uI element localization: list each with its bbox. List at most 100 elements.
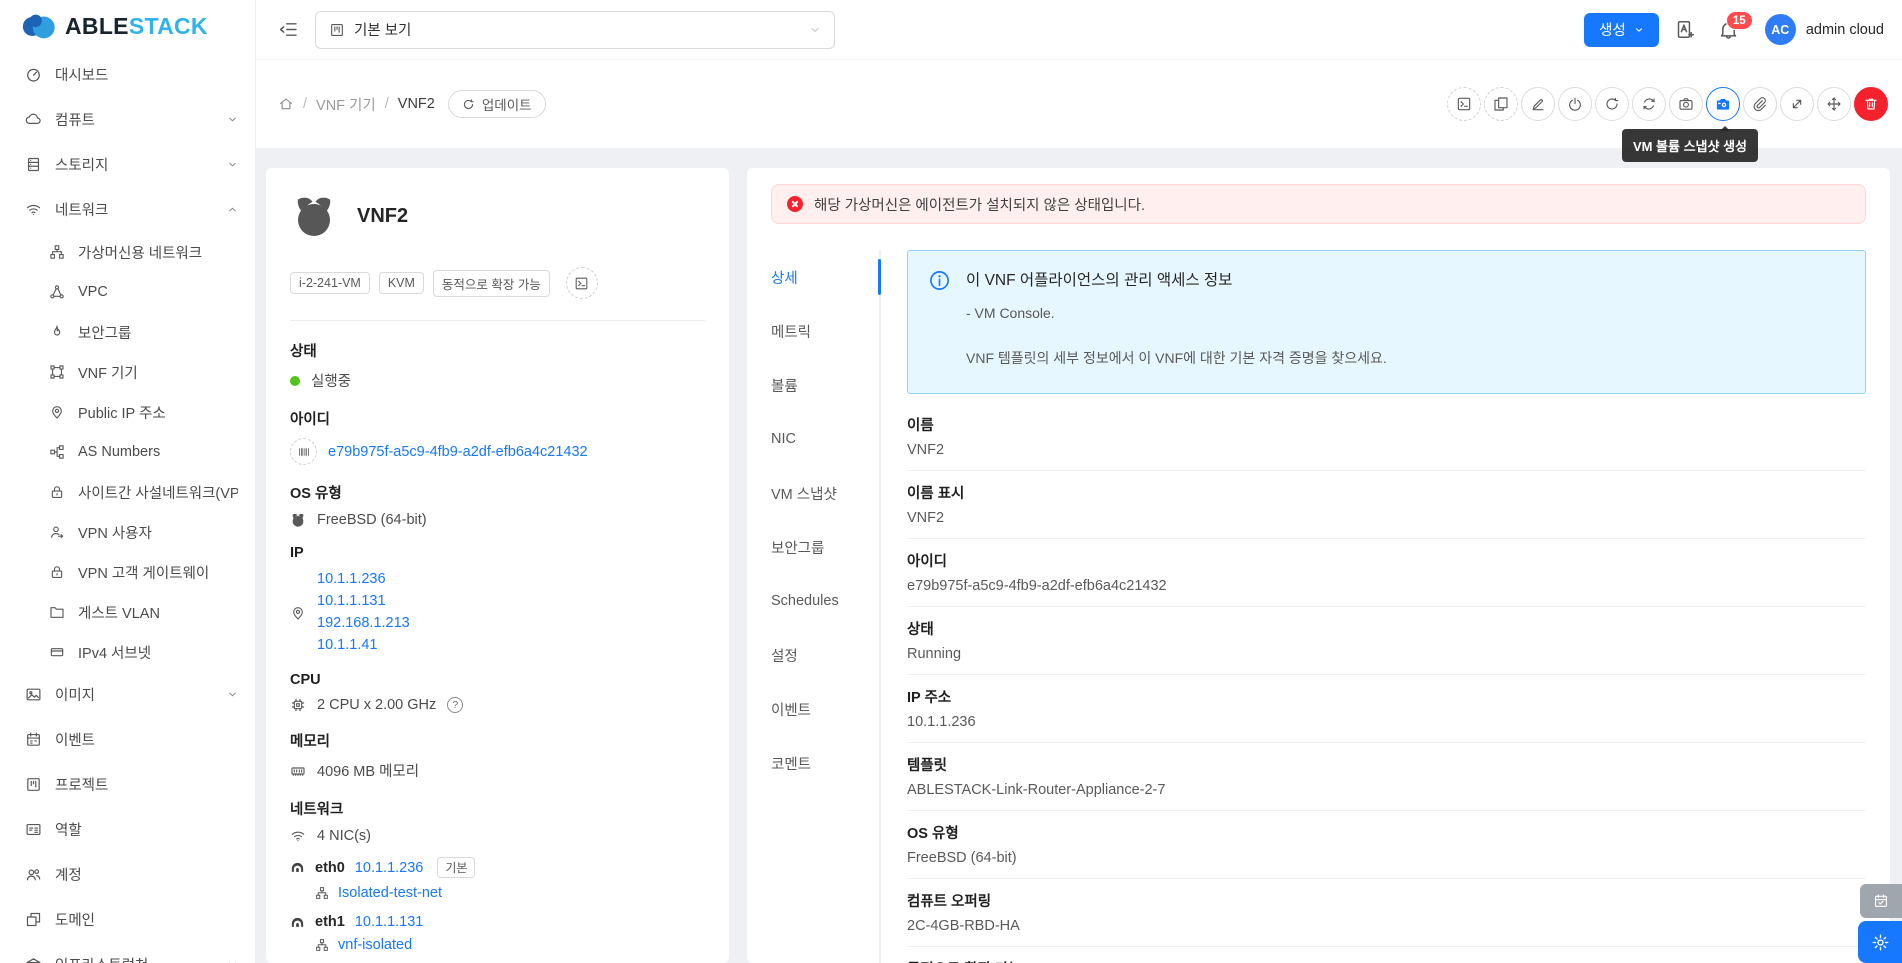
attach-iso-icon <box>1752 96 1768 112</box>
status-dot <box>290 376 300 386</box>
vpn-user-icon <box>49 524 65 540</box>
notifications-button[interactable]: 15 <box>1718 19 1739 40</box>
sync-button[interactable] <box>1632 87 1666 121</box>
event-timeline-fab[interactable] <box>1860 884 1902 918</box>
edit-button[interactable] <box>1521 87 1555 121</box>
nic-ip-link[interactable]: 10.1.1.131 <box>355 914 424 930</box>
tab-vm-스냅샷[interactable]: VM 스냅샷 <box>771 466 879 520</box>
vm-volume-snapshot-button[interactable] <box>1706 87 1740 121</box>
tab-메트릭[interactable]: 메트릭 <box>771 304 879 358</box>
settings-fab[interactable] <box>1858 921 1902 963</box>
sidebar-item-public-ip[interactable]: Public IP 주소 <box>0 392 255 432</box>
sidebar-item-vm-network[interactable]: 가상머신용 네트워크 <box>0 232 255 272</box>
tab-이벤트[interactable]: 이벤트 <box>771 682 879 736</box>
tab-설정[interactable]: 설정 <box>771 628 879 682</box>
scale-icon <box>1789 96 1805 112</box>
network-link[interactable]: Isolated-test-net <box>338 885 442 901</box>
sidebar-item-guest-vlan[interactable]: 게스트 VLAN <box>0 592 255 632</box>
network-block: 네트워크 4 NIC(s) eth0 10.1.1.236 기본 Isolate… <box>290 798 705 953</box>
sidebar-item-roles[interactable]: 역할 <box>0 807 255 852</box>
detail-label: 이름 표시 <box>907 482 1866 503</box>
content-area: VNF2 i-2-241-VM KVM 동적으로 확장 가능 상태 실행중 아이 <box>256 148 1902 963</box>
sidebar-item-security-group[interactable]: 보안그룹 <box>0 312 255 352</box>
update-button[interactable]: 업데이트 <box>448 90 546 118</box>
tab-schedules[interactable]: Schedules <box>771 574 879 628</box>
sidebar-item-events[interactable]: 이벤트 <box>0 717 255 762</box>
nic-ip-link[interactable]: 10.1.1.236 <box>355 860 424 876</box>
edit-icon <box>1530 96 1546 112</box>
sidebar-item-network[interactable]: 네트워크 <box>0 187 255 232</box>
sidebar-item-compute[interactable]: 컴퓨트 <box>0 97 255 142</box>
snapshot-camera-icon <box>1678 96 1694 112</box>
floating-buttons <box>1858 884 1902 963</box>
console-button[interactable] <box>1447 87 1481 121</box>
ip-link[interactable]: 10.1.1.131 <box>317 592 410 611</box>
migrate-button[interactable] <box>1817 87 1851 121</box>
sidebar-item-infrastructure[interactable]: 인프라스트럭쳐 <box>0 942 255 963</box>
detail-value: FreeBSD (64-bit) <box>907 850 1866 868</box>
network-link[interactable]: vnf-isolated <box>338 937 412 953</box>
chevron-icon <box>227 204 238 215</box>
sidebar-item-vnf[interactable]: VNF 기기 <box>0 352 255 392</box>
tab-상세[interactable]: 상세 <box>771 250 879 304</box>
sidebar-item-site-vpn[interactable]: 사이트간 사설네트워크(VP... <box>0 472 255 512</box>
copy-icon <box>1493 96 1509 112</box>
create-button[interactable]: 생성 <box>1584 13 1659 47</box>
sidebar-item-vpn-gateway[interactable]: VPN 고객 게이트웨이 <box>0 552 255 592</box>
console-button[interactable] <box>566 267 598 299</box>
memory-value: 4096 MB 메모리 <box>317 760 419 781</box>
tab-코멘트[interactable]: 코멘트 <box>771 736 879 790</box>
chevron-down-icon <box>1634 25 1644 35</box>
cpu-block: CPU 2 CPU x 2.00 GHz ? <box>290 672 705 713</box>
sidebar-item-as-numbers[interactable]: AS Numbers <box>0 432 255 472</box>
sidebar-item-vpn-user[interactable]: VPN 사용자 <box>0 512 255 552</box>
vnf-info-box: 이 VNF 어플라이언스의 관리 액세스 정보 - VM Console. VN… <box>907 250 1866 394</box>
sidebar-item-domains[interactable]: 도메인 <box>0 897 255 942</box>
tab-nic[interactable]: NIC <box>771 412 879 466</box>
sidebar-item-accounts[interactable]: 계정 <box>0 852 255 897</box>
ip-link[interactable]: 192.168.1.213 <box>317 614 410 633</box>
snapshot-camera-button[interactable] <box>1669 87 1703 121</box>
detail-row: 이름 VNF2 <box>907 403 1866 471</box>
translate-icon[interactable] <box>1675 19 1696 40</box>
ip-link[interactable]: 10.1.1.236 <box>317 570 410 589</box>
roles-icon <box>25 821 42 838</box>
power-button[interactable] <box>1558 87 1592 121</box>
menu-fold-icon[interactable] <box>278 19 299 40</box>
wifi-icon <box>290 828 306 844</box>
scale-button[interactable] <box>1780 87 1814 121</box>
detail-label: 컴퓨트 오퍼링 <box>907 890 1866 911</box>
vm-id-link[interactable]: e79b975f-a5c9-4fb9-a2df-efb6a4c21432 <box>328 444 588 460</box>
ip-link[interactable]: 10.1.1.41 <box>317 636 410 655</box>
tab-보안그룹[interactable]: 보안그룹 <box>771 520 879 574</box>
vnf-icon <box>49 364 65 380</box>
brand-logo[interactable]: ABLESTACK <box>0 0 255 52</box>
user-name[interactable]: admin cloud <box>1806 22 1884 38</box>
avatar[interactable]: AC <box>1765 14 1796 45</box>
vm-tag-instance: i-2-241-VM <box>290 272 370 294</box>
sidebar-item-projects[interactable]: 프로젝트 <box>0 762 255 807</box>
vm-action-toolbar <box>1447 87 1888 121</box>
sidebar-item-storage[interactable]: 스토리지 <box>0 142 255 187</box>
sidebar-item-ipv4-subnet[interactable]: IPv4 서브넷 <box>0 632 255 672</box>
detail-row: 동적으로 확장 가능 <box>907 947 1866 963</box>
view-select[interactable]: 기본 보기 <box>315 11 835 49</box>
guest-vlan-icon <box>49 604 65 620</box>
domains-icon <box>25 911 42 928</box>
tab-볼륨[interactable]: 볼륨 <box>771 358 879 412</box>
freebsd-os-icon <box>290 192 338 240</box>
sidebar-item-vpc[interactable]: VPC <box>0 272 255 312</box>
sidebar-item-images[interactable]: 이미지 <box>0 672 255 717</box>
home-icon[interactable] <box>278 96 294 112</box>
destroy-button[interactable] <box>1854 87 1888 121</box>
nic-count: 4 NIC(s) <box>317 828 371 844</box>
question-circle-icon[interactable]: ? <box>447 697 463 713</box>
attach-iso-button[interactable] <box>1743 87 1777 121</box>
nic-bridge-icon <box>290 915 305 930</box>
sidebar-item-dashboard[interactable]: 대시보드 <box>0 52 255 97</box>
copy-button[interactable] <box>1484 87 1518 121</box>
breadcrumb-section[interactable]: VNF 기기 <box>316 94 376 115</box>
reboot-icon <box>1604 96 1620 112</box>
nic-item: eth1 10.1.1.131 vnf-isolated <box>290 914 705 953</box>
reboot-button[interactable] <box>1595 87 1629 121</box>
